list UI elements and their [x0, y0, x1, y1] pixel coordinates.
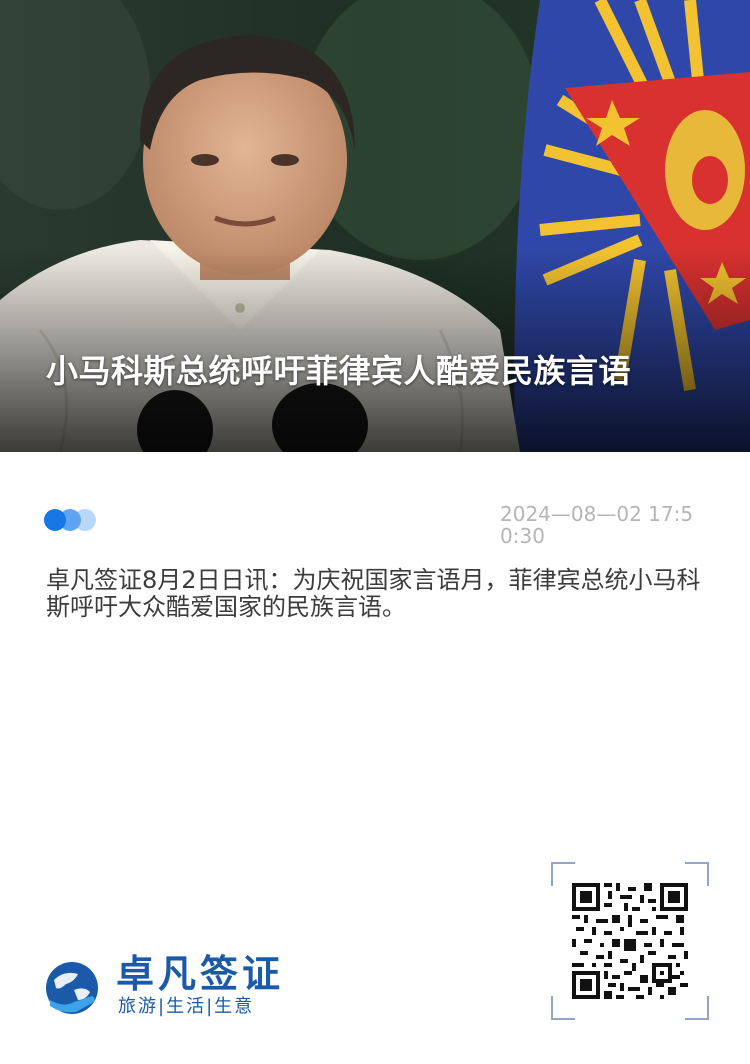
publish-timestamp: 2024—08—02 17:50:30	[500, 502, 694, 548]
qr-corner	[685, 996, 709, 1020]
brand-name: 卓凡签证	[116, 952, 285, 996]
qr-code-icon[interactable]	[572, 883, 688, 999]
qr-corner	[685, 862, 709, 886]
hero-banner: 小马科斯总统呼吁菲律宾人酷爱民族言语	[0, 0, 750, 452]
three-dots-icon	[44, 509, 104, 531]
brand-slogan: 旅游|生活|生意	[118, 996, 255, 1017]
article-title: 小马科斯总统呼吁菲律宾人酷爱民族言语	[46, 352, 632, 390]
qr-corner	[551, 996, 575, 1020]
dot-icon	[44, 509, 66, 531]
globe-hand-logo-icon	[46, 962, 98, 1014]
brand-block: 卓凡签证 旅游|生活|生意	[44, 952, 334, 1024]
qr-frame[interactable]	[551, 862, 709, 1020]
article-body: 卓凡签证8月2日日讯：为庆祝国家言语月，菲律宾总统小马科斯呼吁大众酷爱国家的民族…	[46, 566, 701, 621]
